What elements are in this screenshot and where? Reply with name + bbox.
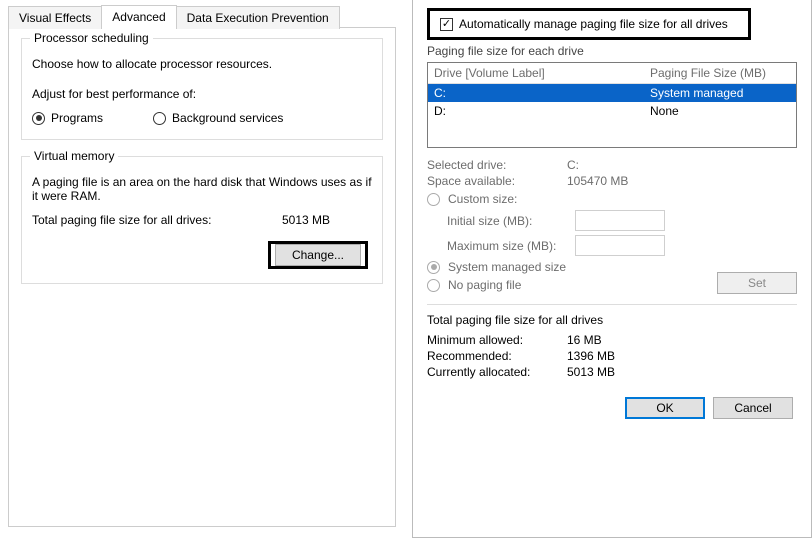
- initial-size-input[interactable]: [575, 210, 665, 231]
- drive-row[interactable]: D: None: [428, 102, 796, 120]
- drive-label: D:: [434, 104, 650, 118]
- highlight-box: Change...: [268, 241, 368, 269]
- custom-size-label: Custom size:: [448, 192, 517, 206]
- maximum-size-label: Maximum size (MB):: [447, 239, 567, 253]
- vm-desc: A paging file is an area on the hard dis…: [32, 175, 372, 203]
- totals-title: Total paging file size for all drives: [427, 313, 797, 327]
- tabs: Visual Effects Advanced Data Execution P…: [8, 4, 405, 27]
- radio-bg-label: Background services: [172, 111, 283, 125]
- vm-total-value: 5013 MB: [282, 213, 372, 227]
- each-drive-title: Paging file size for each drive: [427, 44, 797, 58]
- tab-visual-effects[interactable]: Visual Effects: [8, 6, 102, 29]
- checkmark-icon: ✓: [442, 19, 451, 30]
- set-button[interactable]: Set: [717, 272, 797, 294]
- drive-size: System managed: [650, 86, 790, 100]
- adjust-label: Adjust for best performance of:: [32, 87, 372, 101]
- recommended-value: 1396 MB: [567, 349, 615, 363]
- radio-programs-label: Programs: [51, 111, 103, 125]
- currently-allocated-value: 5013 MB: [567, 365, 615, 379]
- recommended-label: Recommended:: [427, 349, 567, 363]
- processor-scheduling-title: Processor scheduling: [30, 31, 153, 45]
- drive-row[interactable]: C: System managed: [428, 84, 796, 102]
- cancel-button[interactable]: Cancel: [713, 397, 793, 419]
- vm-total-label: Total paging file size for all drives:: [32, 213, 282, 227]
- virtual-memory-title: Virtual memory: [30, 149, 118, 163]
- radio-icon: [32, 112, 45, 125]
- system-managed-label: System managed size: [448, 260, 566, 274]
- maximum-size-input[interactable]: [575, 235, 665, 256]
- radio-icon: [427, 193, 440, 206]
- radio-custom-size[interactable]: Custom size:: [427, 192, 797, 206]
- auto-manage-label: Automatically manage paging file size fo…: [459, 17, 728, 31]
- radio-icon: [427, 261, 440, 274]
- radio-icon: [427, 279, 440, 292]
- radio-background-services[interactable]: Background services: [153, 111, 283, 125]
- change-button[interactable]: Change...: [275, 244, 361, 266]
- ok-button[interactable]: OK: [625, 397, 705, 419]
- min-allowed-label: Minimum allowed:: [427, 333, 567, 347]
- initial-size-label: Initial size (MB):: [447, 214, 567, 228]
- drive-label: C:: [434, 86, 650, 100]
- tab-advanced[interactable]: Advanced: [101, 5, 176, 28]
- advanced-tab-body: Processor scheduling Choose how to alloc…: [8, 27, 396, 527]
- proc-sched-desc: Choose how to allocate processor resourc…: [32, 57, 372, 71]
- col-drive: Drive [Volume Label]: [434, 66, 650, 80]
- auto-manage-checkbox[interactable]: ✓: [440, 18, 453, 31]
- virtual-memory-dialog: ✓ Automatically manage paging file size …: [412, 0, 812, 538]
- space-available-label: Space available:: [427, 174, 567, 188]
- radio-programs[interactable]: Programs: [32, 111, 103, 125]
- processor-scheduling-group: Processor scheduling Choose how to alloc…: [21, 38, 383, 140]
- drive-size: None: [650, 104, 790, 118]
- col-size: Paging File Size (MB): [650, 66, 790, 80]
- min-allowed-value: 16 MB: [567, 333, 602, 347]
- no-paging-label: No paging file: [448, 278, 521, 292]
- drive-list[interactable]: Drive [Volume Label] Paging File Size (M…: [427, 62, 797, 148]
- tab-dep[interactable]: Data Execution Prevention: [176, 6, 340, 29]
- selected-drive-label: Selected drive:: [427, 158, 567, 172]
- selected-drive-value: C:: [567, 158, 579, 172]
- space-available-value: 105470 MB: [567, 174, 628, 188]
- radio-icon: [153, 112, 166, 125]
- virtual-memory-group: Virtual memory A paging file is an area …: [21, 156, 383, 284]
- highlight-box: ✓ Automatically manage paging file size …: [427, 8, 751, 40]
- currently-allocated-label: Currently allocated:: [427, 365, 567, 379]
